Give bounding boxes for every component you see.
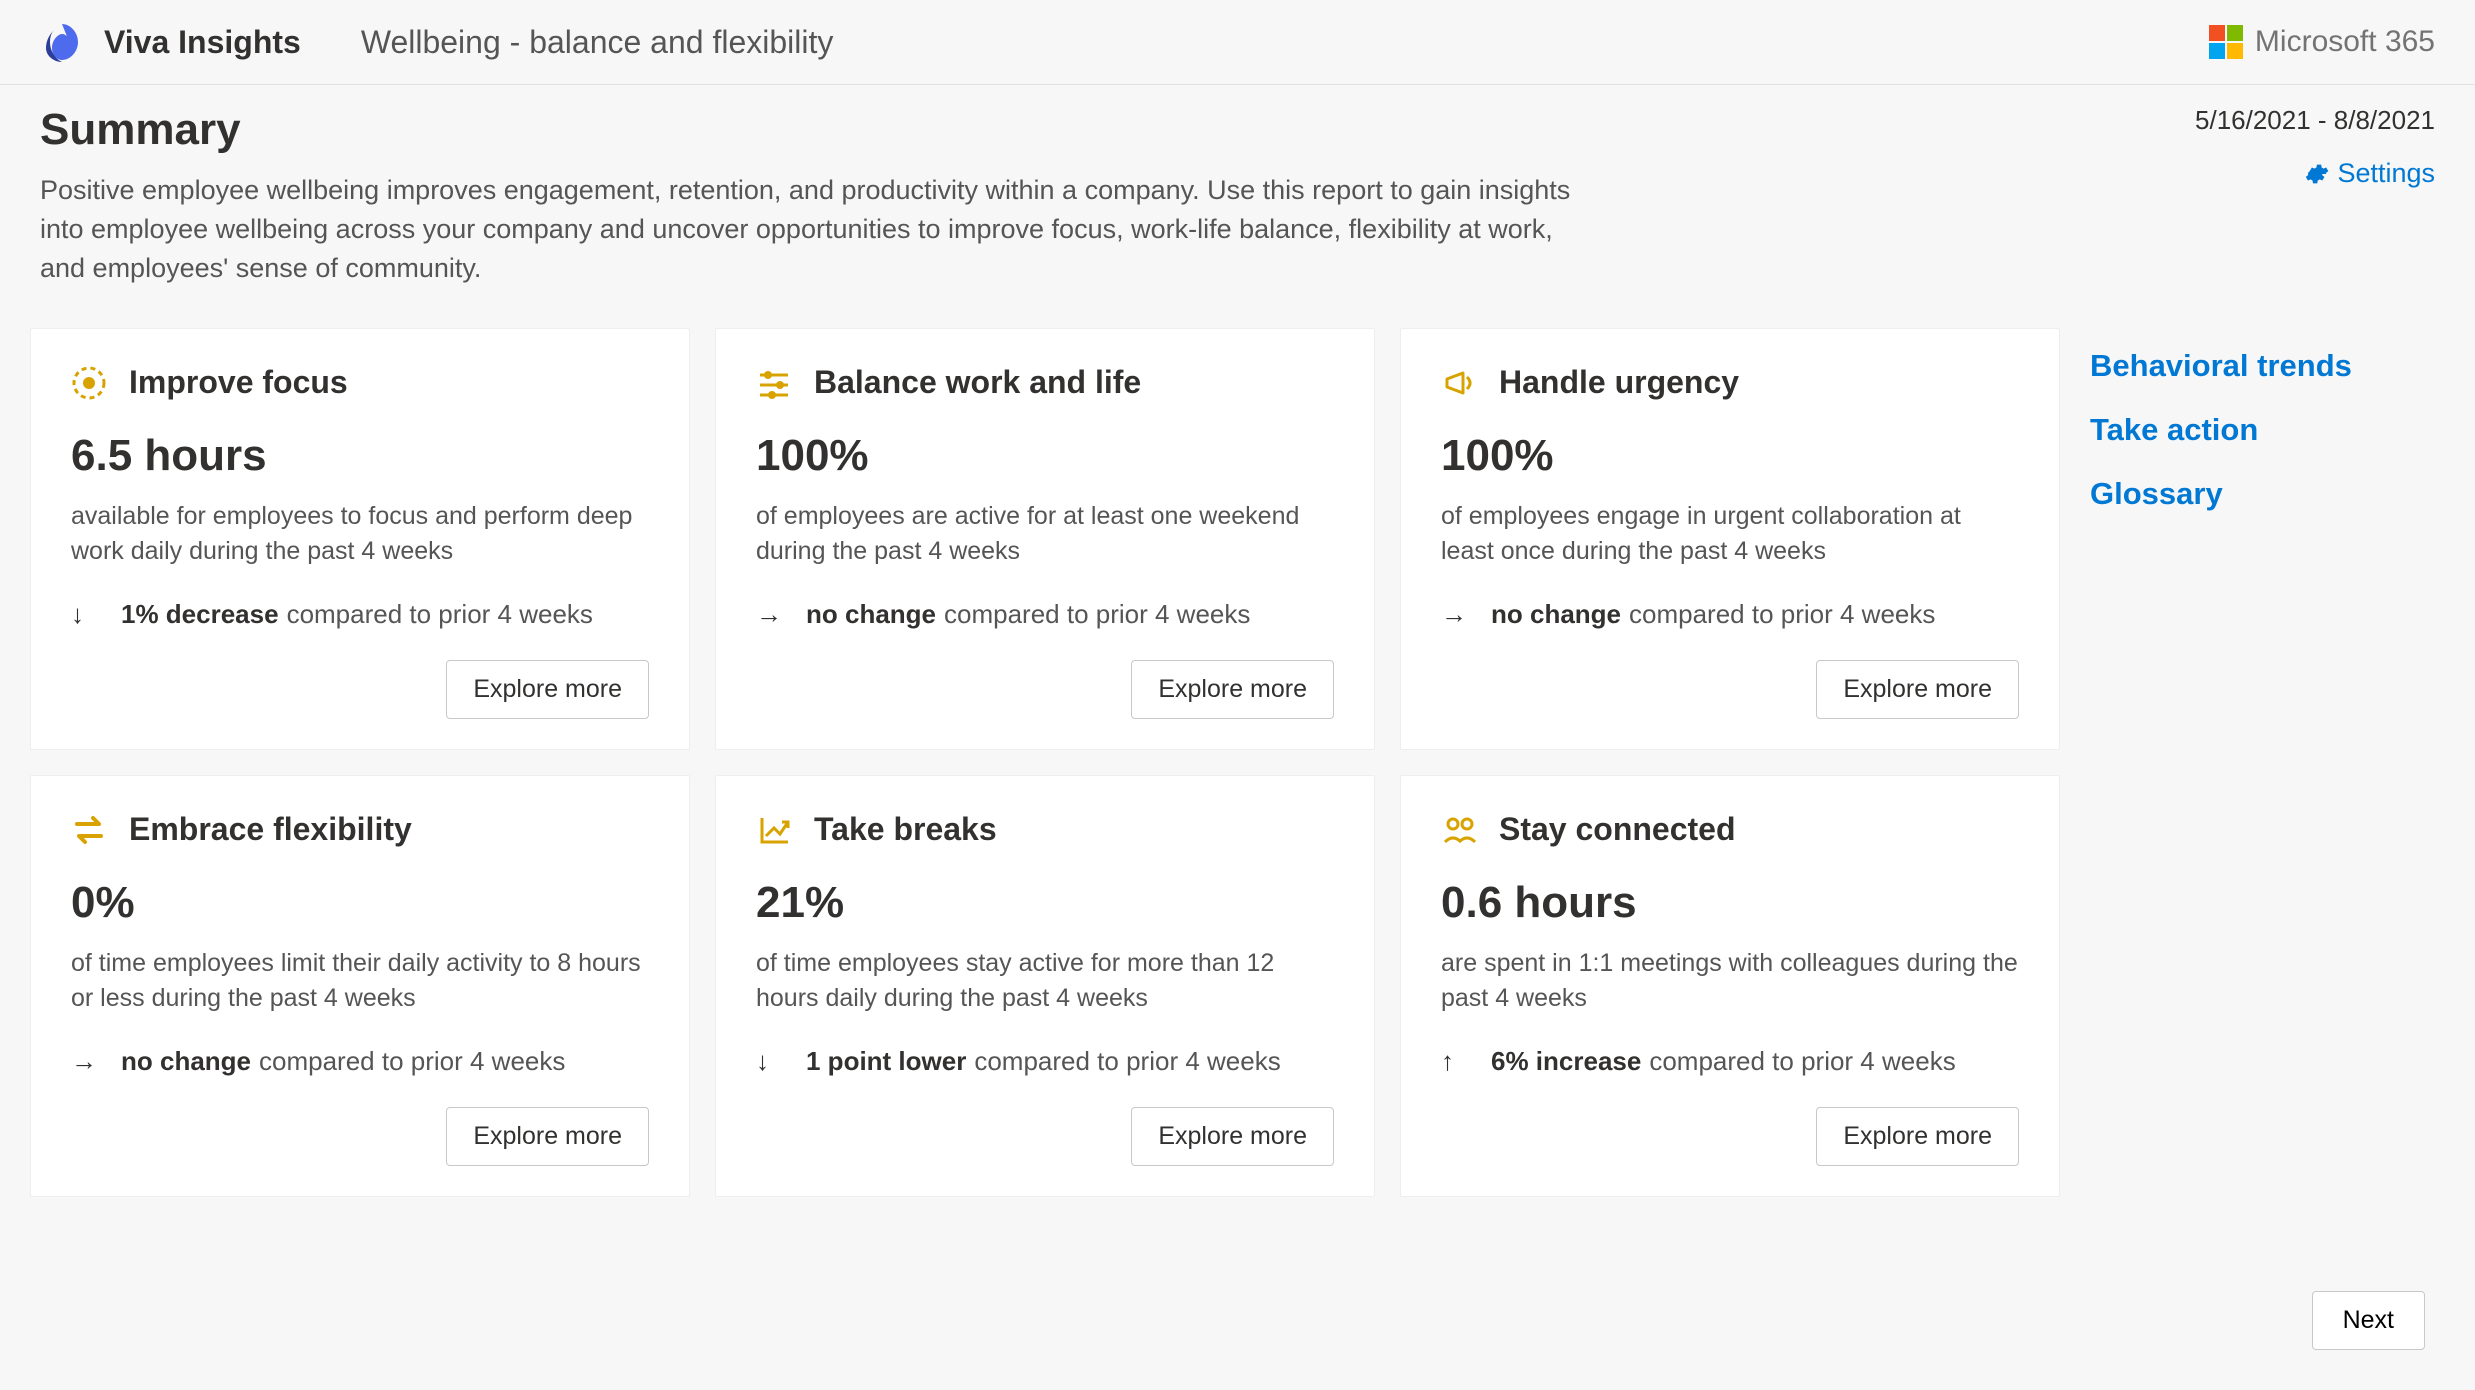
trend-tail: compared to prior 4 weeks <box>1649 1046 1955 1077</box>
trend-change: no change <box>1491 599 1621 630</box>
trend-arrow-icon: ↓ <box>756 1046 782 1077</box>
card-title: Stay connected <box>1499 811 1736 848</box>
card-handle-urgency: Handle urgency 100% of employees engage in… <box>1400 328 2060 750</box>
date-range: 5/16/2021 - 8/8/2021 <box>2195 105 2435 136</box>
content-area: Improve focus 6.5 hours available for empl… <box>0 308 2475 1217</box>
card-trend: ↑ 6% increase compared to prior 4 weeks <box>1441 1046 2019 1077</box>
trend-change: 1% decrease <box>121 599 279 630</box>
card-metric: 0.6 hours <box>1441 878 2019 928</box>
card-take-breaks: Take breaks 21% of time employees stay act… <box>715 775 1375 1197</box>
card-balance-work-and-life: Balance work and life 100% of employees ar… <box>715 328 1375 750</box>
explore-more-button[interactable]: Explore more <box>446 660 649 719</box>
explore-more-button[interactable]: Explore more <box>1816 1107 2019 1166</box>
card-trend: → no change compared to prior 4 weeks <box>71 1046 649 1077</box>
card-title: Embrace flexibility <box>129 811 412 848</box>
card-trend: ↓ 1 point lower compared to prior 4 weeks <box>756 1046 1334 1077</box>
explore-more-button[interactable]: Explore more <box>446 1107 649 1166</box>
trend-arrow-icon: ↓ <box>71 599 97 630</box>
card-trend: → no change compared to prior 4 weeks <box>1441 599 2019 630</box>
ms365-label: Microsoft 365 <box>2255 25 2435 59</box>
card-description: of time employees stay active for more t… <box>756 946 1334 1016</box>
gear-icon <box>2303 161 2329 187</box>
nav-link-behavioral-trends[interactable]: Behavioral trends <box>2090 348 2352 384</box>
page-title: Wellbeing - balance and flexibility <box>361 24 2209 61</box>
nav-link-glossary[interactable]: Glossary <box>2090 476 2352 512</box>
card-description: available for employees to focus and per… <box>71 499 649 569</box>
swap-icon <box>71 812 107 848</box>
chart-icon <box>756 812 792 848</box>
trend-tail: compared to prior 4 weeks <box>287 599 593 630</box>
card-metric: 100% <box>1441 431 2019 481</box>
trend-arrow-icon: → <box>71 1046 97 1077</box>
trend-tail: compared to prior 4 weeks <box>974 1046 1280 1077</box>
trend-change: 1 point lower <box>806 1046 966 1077</box>
explore-more-button[interactable]: Explore more <box>1131 660 1334 719</box>
trend-change: no change <box>121 1046 251 1077</box>
trend-arrow-icon: ↑ <box>1441 1046 1467 1077</box>
app-header: Viva Insights Wellbeing - balance and fl… <box>0 0 2475 85</box>
card-trend: → no change compared to prior 4 weeks <box>756 599 1334 630</box>
card-title: Improve focus <box>129 364 348 401</box>
trend-tail: compared to prior 4 weeks <box>259 1046 565 1077</box>
footer: Next <box>2312 1291 2425 1350</box>
card-metric: 100% <box>756 431 1334 481</box>
subheader: Summary Positive employee wellbeing impr… <box>0 85 2475 308</box>
card-improve-focus: Improve focus 6.5 hours available for empl… <box>30 328 690 750</box>
explore-more-button[interactable]: Explore more <box>1816 660 2019 719</box>
card-metric: 0% <box>71 878 649 928</box>
card-metric: 21% <box>756 878 1334 928</box>
card-title: Take breaks <box>814 811 997 848</box>
nav-link-take-action[interactable]: Take action <box>2090 412 2352 448</box>
card-title: Handle urgency <box>1499 364 1739 401</box>
card-description: of employees engage in urgent collaborat… <box>1441 499 2019 569</box>
card-embrace-flexibility: Embrace flexibility 0% of time employees l… <box>30 775 690 1197</box>
trend-change: 6% increase <box>1491 1046 1641 1077</box>
card-metric: 6.5 hours <box>71 431 649 481</box>
next-button[interactable]: Next <box>2312 1291 2425 1350</box>
explore-more-button[interactable]: Explore more <box>1131 1107 1334 1166</box>
ms365-logo: Microsoft 365 <box>2209 25 2435 59</box>
ms365-icon <box>2209 25 2243 59</box>
card-description: of employees are active for at least one… <box>756 499 1334 569</box>
settings-link[interactable]: Settings <box>2303 158 2435 189</box>
trend-arrow-icon: → <box>1441 599 1467 630</box>
summary-description: Positive employee wellbeing improves eng… <box>40 171 1590 288</box>
card-description: of time employees limit their daily acti… <box>71 946 649 1016</box>
settings-label: Settings <box>2337 158 2435 189</box>
viva-insights-icon <box>40 20 84 64</box>
target-icon <box>71 365 107 401</box>
card-stay-connected: Stay connected 0.6 hours are spent in 1:1 … <box>1400 775 2060 1197</box>
megaphone-icon <box>1441 365 1477 401</box>
card-title: Balance work and life <box>814 364 1141 401</box>
card-description: are spent in 1:1 meetings with colleague… <box>1441 946 2019 1016</box>
cards-grid: Improve focus 6.5 hours available for empl… <box>30 328 2060 1197</box>
trend-change: no change <box>806 599 936 630</box>
sliders-icon <box>756 365 792 401</box>
people-icon <box>1441 812 1477 848</box>
summary-title: Summary <box>40 105 2195 155</box>
app-title: Viva Insights <box>104 24 301 61</box>
trend-tail: compared to prior 4 weeks <box>944 599 1250 630</box>
card-trend: ↓ 1% decrease compared to prior 4 weeks <box>71 599 649 630</box>
trend-tail: compared to prior 4 weeks <box>1629 599 1935 630</box>
trend-arrow-icon: → <box>756 599 782 630</box>
right-nav: Behavioral trends Take action Glossary <box>2090 328 2352 1197</box>
